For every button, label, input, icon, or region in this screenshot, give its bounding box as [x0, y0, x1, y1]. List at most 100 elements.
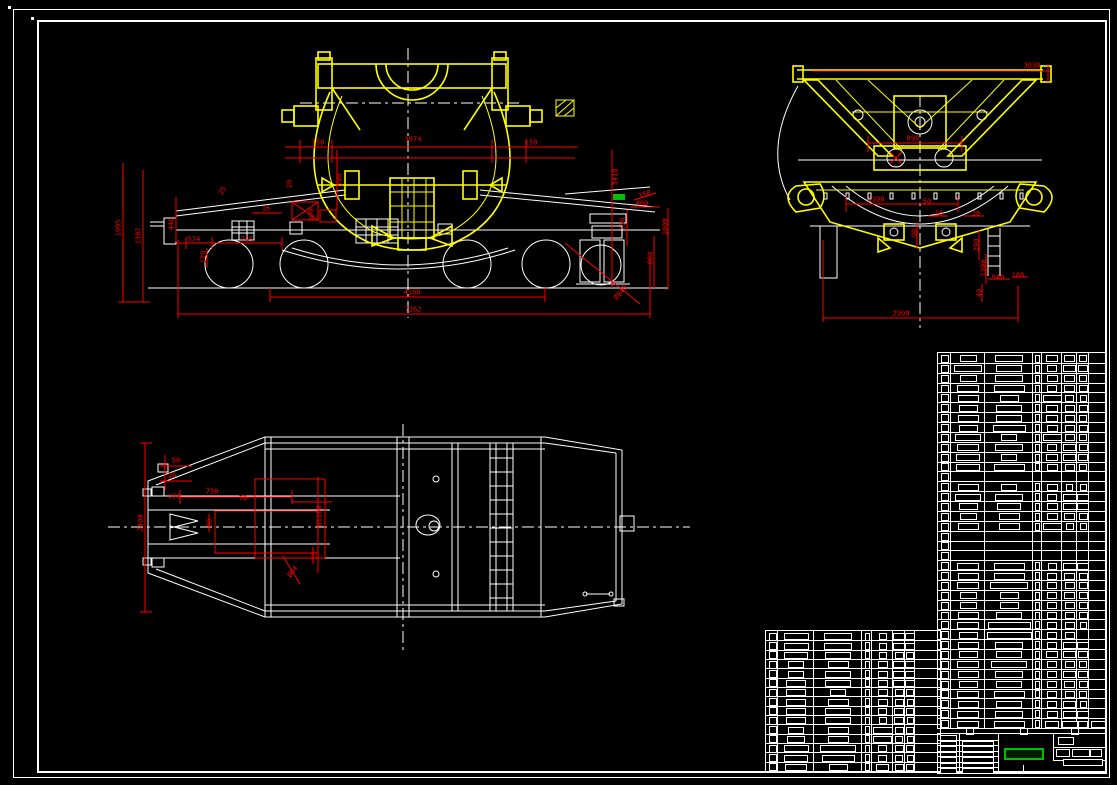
table-cell-text — [993, 385, 1025, 393]
table-cell-text — [1078, 720, 1088, 728]
table-cell-text — [1047, 572, 1057, 580]
dimension-label: 1307 — [134, 227, 143, 245]
table-cell-text — [957, 671, 979, 679]
table-cell-text — [1064, 661, 1075, 669]
table-cell-text — [1077, 493, 1089, 501]
dimension-label: 150 — [311, 138, 325, 147]
table-cell-text — [1046, 454, 1058, 462]
table-cell-text — [828, 763, 848, 771]
table-cell-text — [824, 633, 852, 641]
table-cell-text — [1078, 385, 1088, 393]
table-cell-text — [941, 364, 949, 373]
table-cell-text — [1079, 434, 1087, 442]
table-cell-text — [906, 763, 914, 771]
table-cell-text — [1064, 572, 1075, 580]
table-cell-text — [864, 698, 870, 706]
table-cell-text — [959, 375, 977, 383]
table-cell-text — [893, 661, 905, 669]
table-cell-text — [986, 631, 1032, 639]
table-cell-text — [768, 651, 777, 660]
table-cell-text — [993, 572, 1025, 580]
table-cell-text — [864, 651, 870, 660]
table-cell-text — [1035, 581, 1040, 590]
table-cell-text — [958, 681, 978, 689]
table-cell-text — [825, 670, 851, 678]
dimension-label: 1300 — [979, 259, 988, 277]
table-cell-text — [1062, 710, 1077, 718]
table-cell-text — [1064, 582, 1075, 590]
table-cell-text — [827, 735, 849, 743]
table-cell-text — [877, 679, 888, 687]
dimension-label: 188 — [1011, 271, 1025, 280]
table-cell-text — [941, 522, 949, 531]
table-cell-text — [958, 503, 978, 511]
table-cell-text — [1035, 641, 1040, 650]
table-cell-text — [825, 707, 851, 715]
dimension-label: 2400 — [136, 514, 145, 532]
table-cell-text — [893, 670, 905, 678]
table-cell-text — [941, 601, 949, 610]
table-cell-text — [1047, 671, 1057, 679]
table-cell-text — [1035, 680, 1040, 689]
table-cell-text — [941, 720, 949, 729]
title-block-cell-text — [1090, 749, 1102, 757]
drawing-canvas[interactable]: 150 3974 150 590 20 25 1995 1307 440 574 745 16 120 3… — [0, 0, 1117, 785]
table-cell-text — [1047, 365, 1057, 373]
table-cell-text — [864, 660, 870, 669]
table-cell-text — [1078, 444, 1088, 452]
table-cell-text — [1065, 523, 1074, 531]
table-cell-text — [995, 710, 1023, 718]
table-cell-text — [905, 661, 915, 669]
table-cell-text — [1035, 601, 1040, 610]
table-cell-text — [995, 375, 1023, 383]
table-cell-text — [1001, 454, 1017, 462]
selected-entity-mark[interactable] — [613, 194, 625, 200]
table-cell-text — [825, 651, 851, 659]
table-cell-text — [1078, 681, 1088, 689]
table-cell-text — [1035, 650, 1040, 659]
table-cell-text — [941, 512, 949, 521]
table-cell-text — [957, 690, 979, 698]
table-cell-text — [768, 632, 777, 641]
table-cell-text — [820, 745, 856, 753]
table-cell-text — [941, 581, 949, 590]
table-cell-text — [1046, 355, 1058, 363]
table-cell-text — [1066, 483, 1073, 491]
table-cell-text — [786, 689, 806, 697]
table-cell-text — [906, 717, 914, 725]
table-cell-text — [894, 745, 904, 753]
table-cell-text — [827, 726, 849, 734]
table-cell-text — [873, 735, 892, 743]
selected-title-cell[interactable] — [1004, 748, 1044, 760]
table-cell-text — [1077, 562, 1089, 570]
table-cell-text — [1047, 602, 1057, 610]
table-cell-text — [1064, 375, 1075, 383]
table-cell-text — [864, 707, 870, 716]
table-cell-text — [1047, 681, 1057, 689]
table-cell-text — [991, 661, 1027, 669]
table-cell-text — [894, 707, 904, 715]
title-block-cell-text — [1058, 737, 1074, 745]
table-cell-text — [783, 633, 809, 641]
dimension-label: 150 — [524, 138, 538, 147]
table-cell-text — [864, 744, 870, 753]
table-cell-text — [785, 763, 807, 771]
table-cell-text — [1047, 641, 1057, 649]
table-cell-text — [993, 562, 1025, 570]
table-cell-text — [788, 670, 804, 678]
table-cell-text — [941, 650, 949, 659]
title-block-cell-text — [1056, 749, 1070, 757]
table-cell-text — [895, 735, 903, 743]
dimension-label: 574 — [187, 235, 201, 244]
table-cell-text — [941, 542, 949, 551]
table-cell-text — [1064, 592, 1075, 600]
table-cell-text — [864, 679, 870, 688]
table-cell-text — [941, 433, 949, 442]
dimension-label: 30 — [205, 518, 214, 528]
table-cell-text — [1001, 483, 1017, 491]
table-cell-text — [1064, 434, 1075, 442]
table-cell-text — [1062, 641, 1077, 649]
table-cell-text — [941, 374, 949, 383]
table-cell-text — [941, 690, 949, 699]
table-cell-text — [1035, 720, 1040, 729]
